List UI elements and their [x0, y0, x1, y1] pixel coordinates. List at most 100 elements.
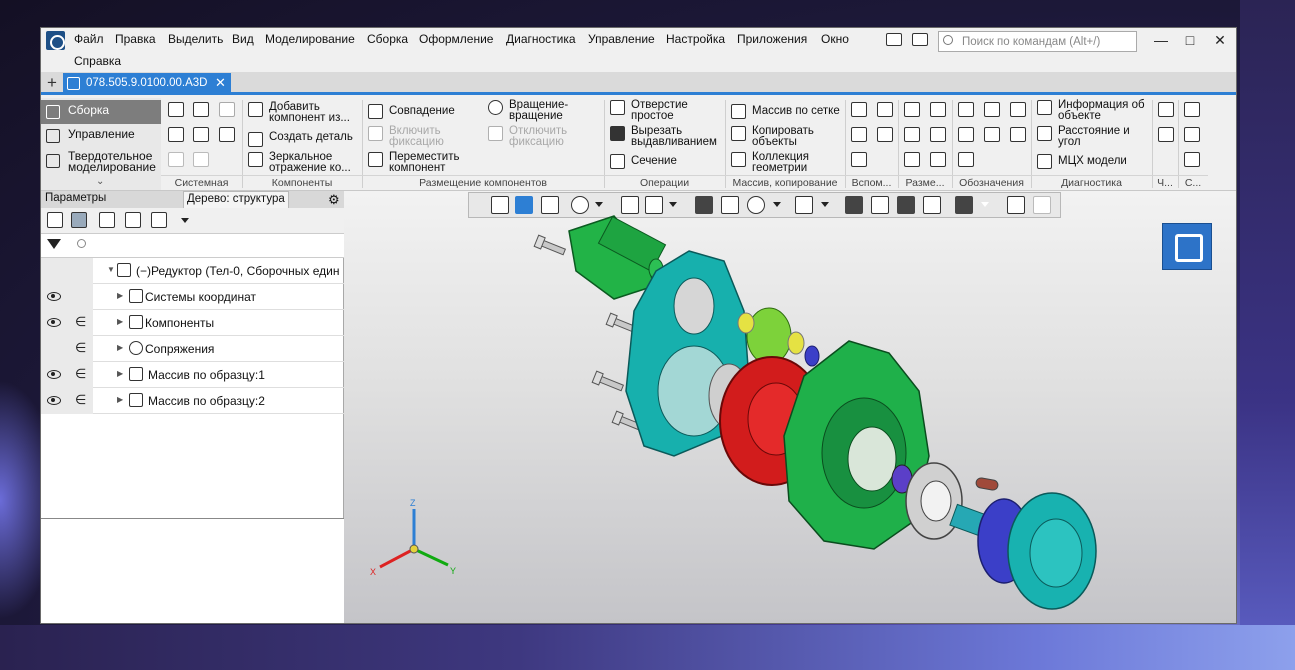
minimize-button[interactable]: — [1152, 32, 1170, 48]
thread-icon[interactable] [958, 102, 974, 117]
tree-filter-icon[interactable] [125, 212, 141, 228]
redo-icon[interactable] [193, 152, 209, 167]
weld-icon[interactable] [958, 152, 974, 167]
leader-icon[interactable] [958, 127, 974, 142]
open-icon[interactable] [193, 102, 209, 117]
eye-icon[interactable] [47, 292, 61, 301]
tree-row[interactable]: ∈ ▶ Компоненты [41, 310, 344, 336]
menu-design[interactable]: Оформление [419, 32, 493, 46]
preview-icon[interactable] [193, 127, 209, 142]
include-icon[interactable]: ∈ [75, 366, 86, 382]
print-icon[interactable] [168, 127, 184, 142]
new-icon[interactable] [168, 102, 184, 117]
tree-sort-icon[interactable] [151, 212, 167, 228]
menu-select[interactable]: Выделить [168, 32, 223, 46]
model-tree: ▼ (−)Редуктор (Тел-0, Сборочных един ▶ С… [41, 258, 344, 520]
tree-search-row[interactable] [41, 234, 344, 258]
include-icon[interactable]: ∈ [75, 340, 86, 356]
mark-icon[interactable] [1010, 127, 1026, 142]
tolerance-icon[interactable] [984, 127, 1000, 142]
expand-arrow-icon[interactable]: ▶ [117, 343, 123, 352]
eye-icon[interactable] [47, 318, 61, 327]
edit-icon[interactable] [1184, 102, 1200, 117]
solid-modeling-icon [46, 154, 60, 168]
undo-icon[interactable] [168, 152, 184, 167]
eye-icon[interactable] [47, 396, 61, 405]
menu-modeling[interactable]: Моделирование [265, 32, 355, 46]
nav-solid-modeling[interactable]: Твердотельное моделирование [41, 149, 161, 175]
include-icon[interactable]: ∈ [75, 314, 86, 330]
roughness-icon[interactable] [984, 102, 1000, 117]
arc-dim-icon[interactable] [930, 152, 946, 167]
menu-management[interactable]: Управление [588, 32, 655, 46]
panel-toggle-icon[interactable] [912, 33, 928, 46]
tree-components-icon[interactable] [71, 212, 87, 228]
menu-diagnostics[interactable]: Диагностика [506, 32, 576, 46]
expand-arrow-icon[interactable]: ▶ [117, 291, 123, 300]
group-spec: С... [1178, 175, 1208, 190]
chamfer-dim-icon[interactable] [904, 152, 920, 167]
document-tab[interactable]: 078.505.9.0100.00.А3D ✕ [63, 73, 231, 95]
app-logo-icon[interactable] [46, 31, 65, 50]
expand-arrow-icon[interactable]: ▶ [117, 395, 123, 404]
model-viewport[interactable]: Z X Y [344, 191, 1236, 623]
expand-arrow-icon[interactable]: ▶ [117, 369, 123, 378]
add-component-line2: компонент из... [269, 112, 350, 124]
radius-dim-icon[interactable] [930, 127, 946, 142]
attributes-icon[interactable] [1184, 127, 1200, 142]
save-as-icon[interactable] [219, 127, 235, 142]
panel-layout-icon[interactable] [886, 33, 902, 46]
tree-row[interactable]: ∈ ▶ Сопряжения [41, 336, 344, 362]
include-icon[interactable]: ∈ [75, 392, 86, 408]
expand-arrow-icon[interactable]: ▼ [107, 265, 115, 274]
tree-root-row[interactable]: ▼ (−)Редуктор (Тел-0, Сборочных един [41, 258, 344, 284]
aux-point-icon[interactable] [851, 127, 867, 142]
tree-item-label: Сопряжения [145, 342, 215, 356]
tree-structure-icon[interactable] [47, 212, 63, 228]
linear-dim-icon[interactable] [904, 102, 920, 117]
menu-settings[interactable]: Настройка [666, 32, 725, 46]
nav-management[interactable]: Управление [41, 124, 161, 148]
tree-row[interactable]: ∈ ▶ Массив по образцу:1 [41, 362, 344, 388]
menu-file[interactable]: Файл [74, 32, 104, 46]
gear-icon[interactable]: ⚙ [328, 192, 340, 208]
diameter-dim-icon[interactable] [930, 102, 946, 117]
maximize-button[interactable]: □ [1181, 32, 1199, 48]
tree-visibility-icon[interactable] [99, 212, 115, 228]
menu-assembly[interactable]: Сборка [367, 32, 408, 46]
chevron-down-icon[interactable] [181, 218, 189, 223]
aux-plane-icon[interactable] [851, 102, 867, 117]
filter-icon[interactable] [47, 239, 61, 249]
tab-tree-structure[interactable]: Дерево: структура [183, 191, 289, 208]
nav-more-icon[interactable]: ⌄ [96, 176, 104, 187]
menu-view[interactable]: Вид [232, 32, 254, 46]
command-search-input[interactable]: Поиск по командам (Alt+/) [938, 31, 1137, 52]
menu-applications[interactable]: Приложения [737, 32, 807, 46]
coincidence-label: Совпадение [389, 105, 455, 117]
save-icon[interactable] [219, 102, 235, 117]
eye-icon[interactable] [47, 370, 61, 379]
aux-lcs-icon[interactable] [877, 127, 893, 142]
new-document-button[interactable]: + [44, 73, 60, 93]
tree-root-label: (−)Редуктор (Тел-0, Сборочных един [136, 264, 340, 278]
angle-dim-icon[interactable] [904, 127, 920, 142]
nav-management-label: Управление [68, 127, 135, 141]
drawing-icon[interactable] [1158, 102, 1174, 117]
nav-assembly[interactable]: Сборка [41, 100, 161, 124]
y-label: Y [450, 566, 456, 576]
group-system: Системная [161, 175, 242, 190]
tab-parameters[interactable]: Параметры [45, 192, 106, 204]
menu-help[interactable]: Справка [74, 54, 121, 68]
close-button[interactable]: ✕ [1211, 32, 1229, 48]
properties-icon[interactable] [1184, 152, 1200, 167]
base-icon[interactable] [1010, 102, 1026, 117]
menu-edit[interactable]: Правка [115, 32, 156, 46]
close-tab-icon[interactable]: ✕ [215, 75, 226, 91]
expand-arrow-icon[interactable]: ▶ [117, 317, 123, 326]
menu-window[interactable]: Окно [821, 32, 849, 46]
aux-axis-icon[interactable] [877, 102, 893, 117]
aux-line-icon[interactable] [851, 152, 867, 167]
tree-row[interactable]: ▶ Системы координат [41, 284, 344, 310]
tree-row[interactable]: ∈ ▶ Массив по образцу:2 [41, 388, 344, 414]
spec-icon[interactable] [1158, 127, 1174, 142]
